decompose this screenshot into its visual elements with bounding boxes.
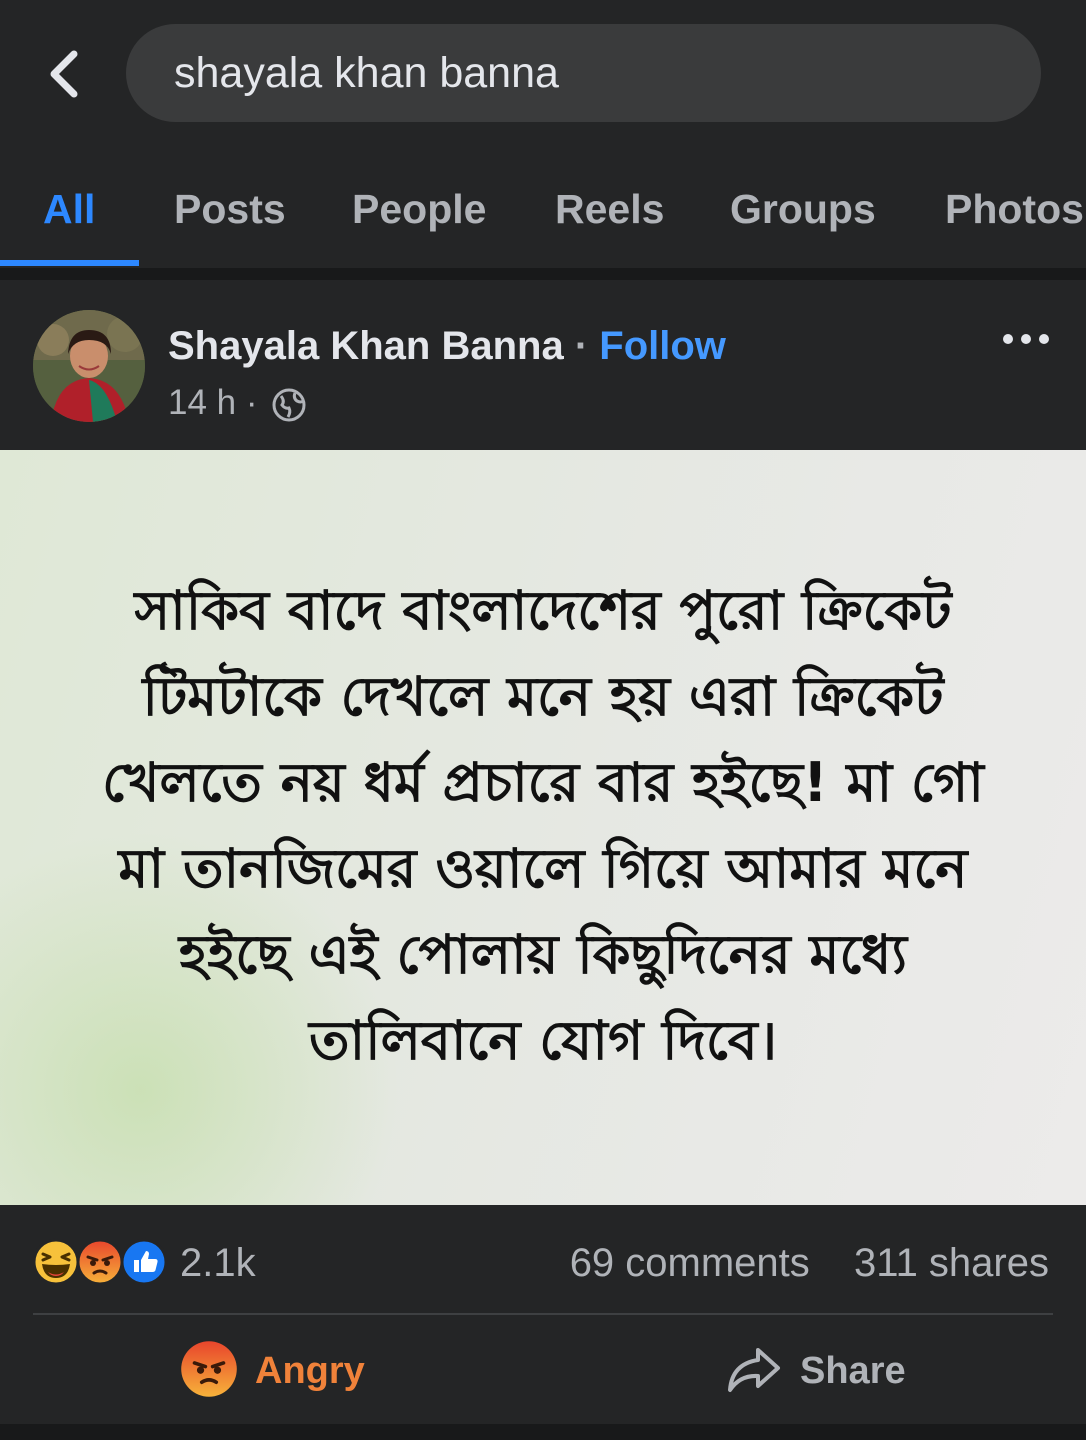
avatar[interactable] — [33, 310, 145, 422]
tab-groups[interactable]: Groups — [730, 184, 876, 234]
chevron-left-icon — [50, 50, 78, 98]
tab-reels[interactable]: Reels — [555, 184, 664, 234]
post-actions: Angry Share — [0, 1316, 1086, 1424]
comments-count[interactable]: 69 comments — [570, 1241, 810, 1285]
post-image-text: সাকিব বাদে বাংলাদেশের পুরো ক্রিকেট টিমটা… — [102, 579, 984, 1072]
react-button[interactable]: Angry — [180, 1340, 380, 1400]
author-name[interactable]: Shayala Khan Banna — [168, 324, 564, 368]
meta-separator: · — [245, 383, 258, 422]
active-tab-indicator — [0, 260, 139, 266]
back-button[interactable] — [40, 46, 92, 102]
more-options-button[interactable] — [996, 324, 1056, 354]
globe-icon — [272, 388, 306, 422]
tab-all[interactable]: All — [43, 184, 95, 234]
search-tabs: All Posts People Reels Groups Photos — [0, 150, 1086, 268]
author-line: Shayala Khan Banna · Follow — [168, 322, 726, 370]
search-header: shayala khan banna — [0, 0, 1086, 150]
bottom-divider — [0, 1424, 1086, 1440]
reaction-count[interactable]: 2.1k — [180, 1239, 256, 1287]
shares-count[interactable]: 311 shares — [854, 1241, 1049, 1285]
more-icon — [1003, 334, 1049, 344]
avatar-photo — [33, 310, 145, 422]
share-label: Share — [800, 1350, 906, 1392]
post-image[interactable]: সাকিব বাদে বাংলাদেশের পুরো ক্রিকেট টিমটা… — [0, 450, 1086, 1205]
post-stats: 2.1k 69 comments 311 shares — [0, 1205, 1086, 1315]
tab-photos[interactable]: Photos — [945, 184, 1084, 234]
separator: · — [574, 324, 589, 368]
section-divider — [0, 268, 1086, 280]
angry-icon — [181, 1341, 237, 1397]
reaction-summary[interactable] — [32, 1238, 172, 1288]
post-meta: 14 h · — [168, 382, 307, 424]
angry-reaction-icon — [76, 1238, 124, 1286]
share-button[interactable]: Share — [726, 1340, 916, 1400]
tab-posts[interactable]: Posts — [174, 184, 286, 234]
share-icon — [728, 1348, 780, 1392]
search-query: shayala khan banna — [174, 49, 559, 97]
search-input[interactable]: shayala khan banna — [126, 24, 1041, 122]
react-label: Angry — [255, 1350, 365, 1392]
post-time[interactable]: 14 h — [168, 383, 236, 422]
actions-divider — [33, 1313, 1053, 1315]
haha-reaction-icon — [32, 1238, 80, 1286]
follow-button[interactable]: Follow — [599, 324, 726, 368]
engagement-counts: 69 comments 311 shares — [570, 1239, 1049, 1287]
tab-people[interactable]: People — [352, 184, 486, 234]
post-header: Shayala Khan Banna · Follow 14 h · — [0, 280, 1086, 450]
like-reaction-icon — [120, 1238, 168, 1286]
